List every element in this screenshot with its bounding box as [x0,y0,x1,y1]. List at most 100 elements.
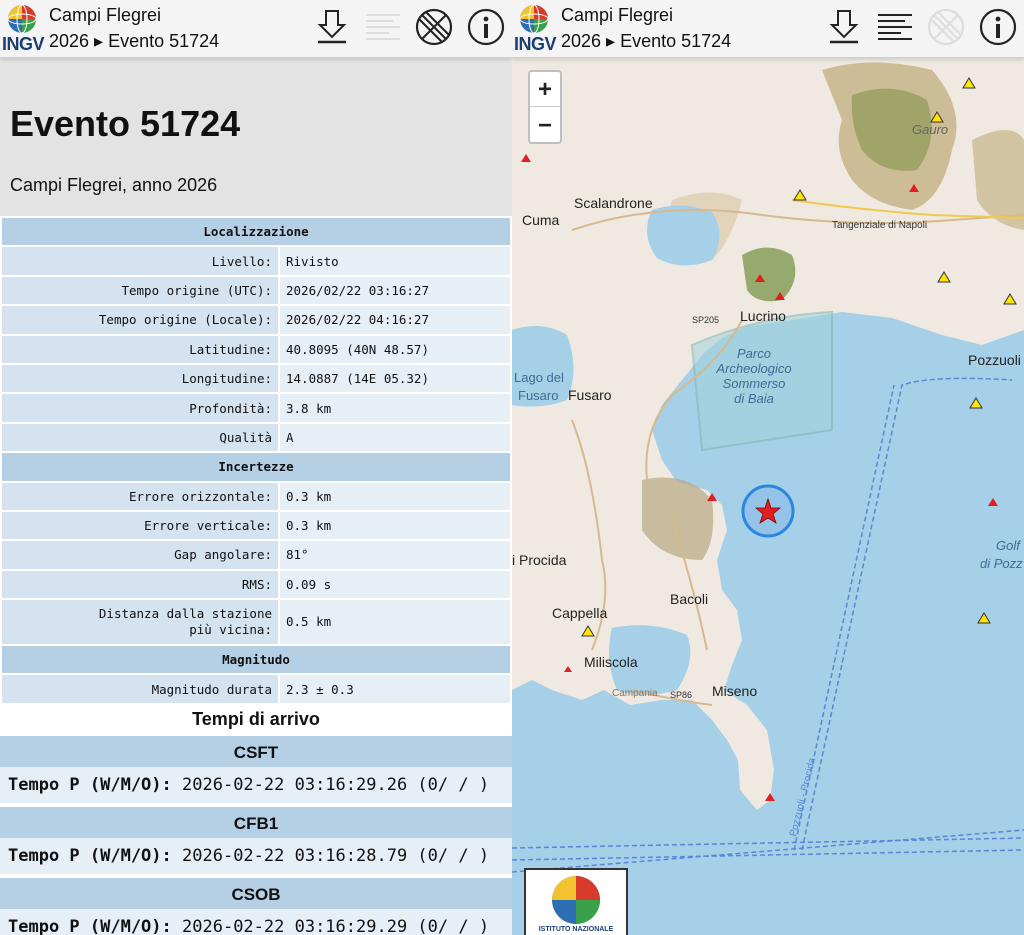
row-value: Rivisto [278,245,512,277]
logo-text: INGV [2,34,45,54]
row-value: 2026/02/22 04:16:27 [278,304,512,336]
table-row: Latitudine: 40.8095 (40N 48.57) [0,333,512,365]
region-title[interactable]: Campi Flegrei [561,5,673,26]
row-value: 3.8 km [278,392,512,424]
event-title: Evento 51724 [10,103,241,144]
no-map-icon [927,8,965,46]
row-value: 40.8095 (40N 48.57) [278,333,512,365]
parco-line2: Archeologico [716,361,792,376]
parco-line3: Sommerso [722,376,786,391]
map-label-sp205: SP205 [692,315,720,325]
map-label-sp86: SP86 [670,690,693,700]
download-icon[interactable] [312,7,352,47]
row-label: RMS: [0,568,280,601]
row-label: Tempo origine (Locale): [0,304,280,336]
row-label: Errore verticale: [0,509,280,542]
app-screen: INGV Campi Flegrei 2026 ▸ Evento 51724 E… [0,0,1024,935]
table-row: Tempo origine (UTC): 2026/02/22 03:16:27 [0,274,512,307]
row-value: 0.09 s [278,568,512,601]
map-label-cuma: Cuma [522,212,560,228]
region-title[interactable]: Campi Flegrei [49,5,161,26]
table-row: Distanza dalla stazione più vicina: 0.5 k… [0,598,512,647]
table-row: Profondità: 3.8 km [0,392,512,424]
row-value: 0.3 km [278,480,512,512]
row-label: Errore orizzontale: [0,480,280,512]
arrival-label: Tempo P (W/M/O): [8,846,172,866]
table-row: Gap angolare: 81° [0,539,512,571]
row-label: Longitudine: [0,362,280,395]
row-label: Qualità [0,421,280,454]
map-panel: Gauro Tangenziale di Napoli Cuma Scaland… [512,0,1024,935]
map-label-bacoli: Bacoli [670,591,709,607]
parco-line4: di Baia [734,391,774,406]
nearest-label-line1: Distanza dalla stazione [98,606,272,622]
row-label: Tempo origine (UTC): [0,274,280,307]
no-map-icon[interactable] [414,7,454,47]
arrival-row: Tempo P (W/M/O): 2026-02-22 03:16:28.79 … [0,838,512,874]
section-magnitudo: Magnitudo [0,644,512,676]
table-row: RMS: 0.09 s [0,568,512,601]
row-label: Distanza dalla stazione più vicina: [0,598,280,647]
ingv-globe-icon [552,876,600,924]
station-header: CFB1 [0,805,512,838]
table-row: Livello: Rivisto [0,245,512,277]
zoom-control: + − [528,70,562,144]
map-label-golfo-1: Golf [996,538,1020,553]
map-label-procida: i Procida [512,552,567,568]
zoom-in-button[interactable]: + [530,72,560,107]
row-value: A [278,421,512,454]
map-institution-logo[interactable]: ISTITUTO NAZIONALE [524,868,628,935]
map-label-lago-2: Fusaro [518,388,559,403]
event-subtitle: Campi Flegrei, anno 2026 [10,175,218,195]
arrival-time: 2026-02-22 03:16:29.26 (0/ / ) [182,775,490,795]
station-header: CSFT [0,734,512,767]
map-label-pozzuoli: Pozzuoli [968,352,1021,368]
top-bar-right: INGV Campi Flegrei 2026 ▸ Evento 51724 [512,0,1024,58]
info-icon[interactable] [978,7,1018,47]
lake-averno [647,205,720,266]
list-icon [366,14,400,40]
map-label-cappella: Cappella [552,605,608,621]
zoom-out-button[interactable]: − [530,108,560,143]
table-row: Errore verticale: 0.3 km [0,509,512,542]
row-value: 81° [278,539,512,571]
map-label-campania: Campania [612,688,658,699]
row-label: Magnitudo durata [0,673,280,705]
map-label-gauro: Gauro [912,122,949,137]
row-value: 14.0887 (14E 05.32) [278,362,512,395]
download-icon[interactable] [824,7,864,47]
arrival-label: Tempo P (W/M/O): [8,775,172,795]
row-label: Gap angolare: [0,539,280,571]
map-canvas[interactable] [512,0,1024,935]
breadcrumb[interactable]: 2026 ▸ Evento 51724 [561,31,731,52]
row-label: Latitudine: [0,333,280,365]
table-row: Qualità A [0,421,512,454]
section-localizzazione: Localizzazione [0,215,512,248]
event-info-table: Localizzazione Livello: Rivisto Tempo ori… [0,215,512,705]
hill-lucrino [742,247,796,302]
logo-caption: ISTITUTO NAZIONALE [538,926,614,933]
arrival-time: 2026-02-22 03:16:28.79 (0/ / ) [182,846,490,866]
map-label-lucrino: Lucrino [740,308,786,324]
nearest-label-line2: più vicina: [189,622,272,638]
info-icon[interactable] [466,7,506,47]
row-label: Livello: [0,245,280,277]
arrival-row: Tempo P (W/M/O): 2026-02-22 03:16:29.26 … [0,767,512,803]
map-label-golfo-2: di Pozz [980,556,1023,571]
event-detail-panel: INGV Campi Flegrei 2026 ▸ Evento 51724 E… [0,0,512,935]
map-label-fusaro: Fusaro [568,387,612,403]
parco-line1: Parco [737,346,771,361]
row-value: 0.5 km [278,598,512,647]
table-row: Errore orizzontale: 0.3 km [0,480,512,512]
station-header: CSOB [0,876,512,909]
list-icon[interactable] [875,7,915,47]
logo-text: INGV [514,34,557,54]
arrivals-title: Tempi di arrivo [192,709,320,729]
arrival-label: Tempo P (W/M/O): [8,917,172,935]
map-label-miliscola: Miliscola [584,654,638,670]
event-header: Evento 51724 Campi Flegrei, anno 2026 [0,58,512,216]
table-row: Longitudine: 14.0887 (14E 05.32) [0,362,512,395]
top-bar: INGV Campi Flegrei 2026 ▸ Evento 51724 [0,0,512,58]
section-incertezze: Incertezze [0,451,512,483]
breadcrumb[interactable]: 2026 ▸ Evento 51724 [49,31,219,52]
